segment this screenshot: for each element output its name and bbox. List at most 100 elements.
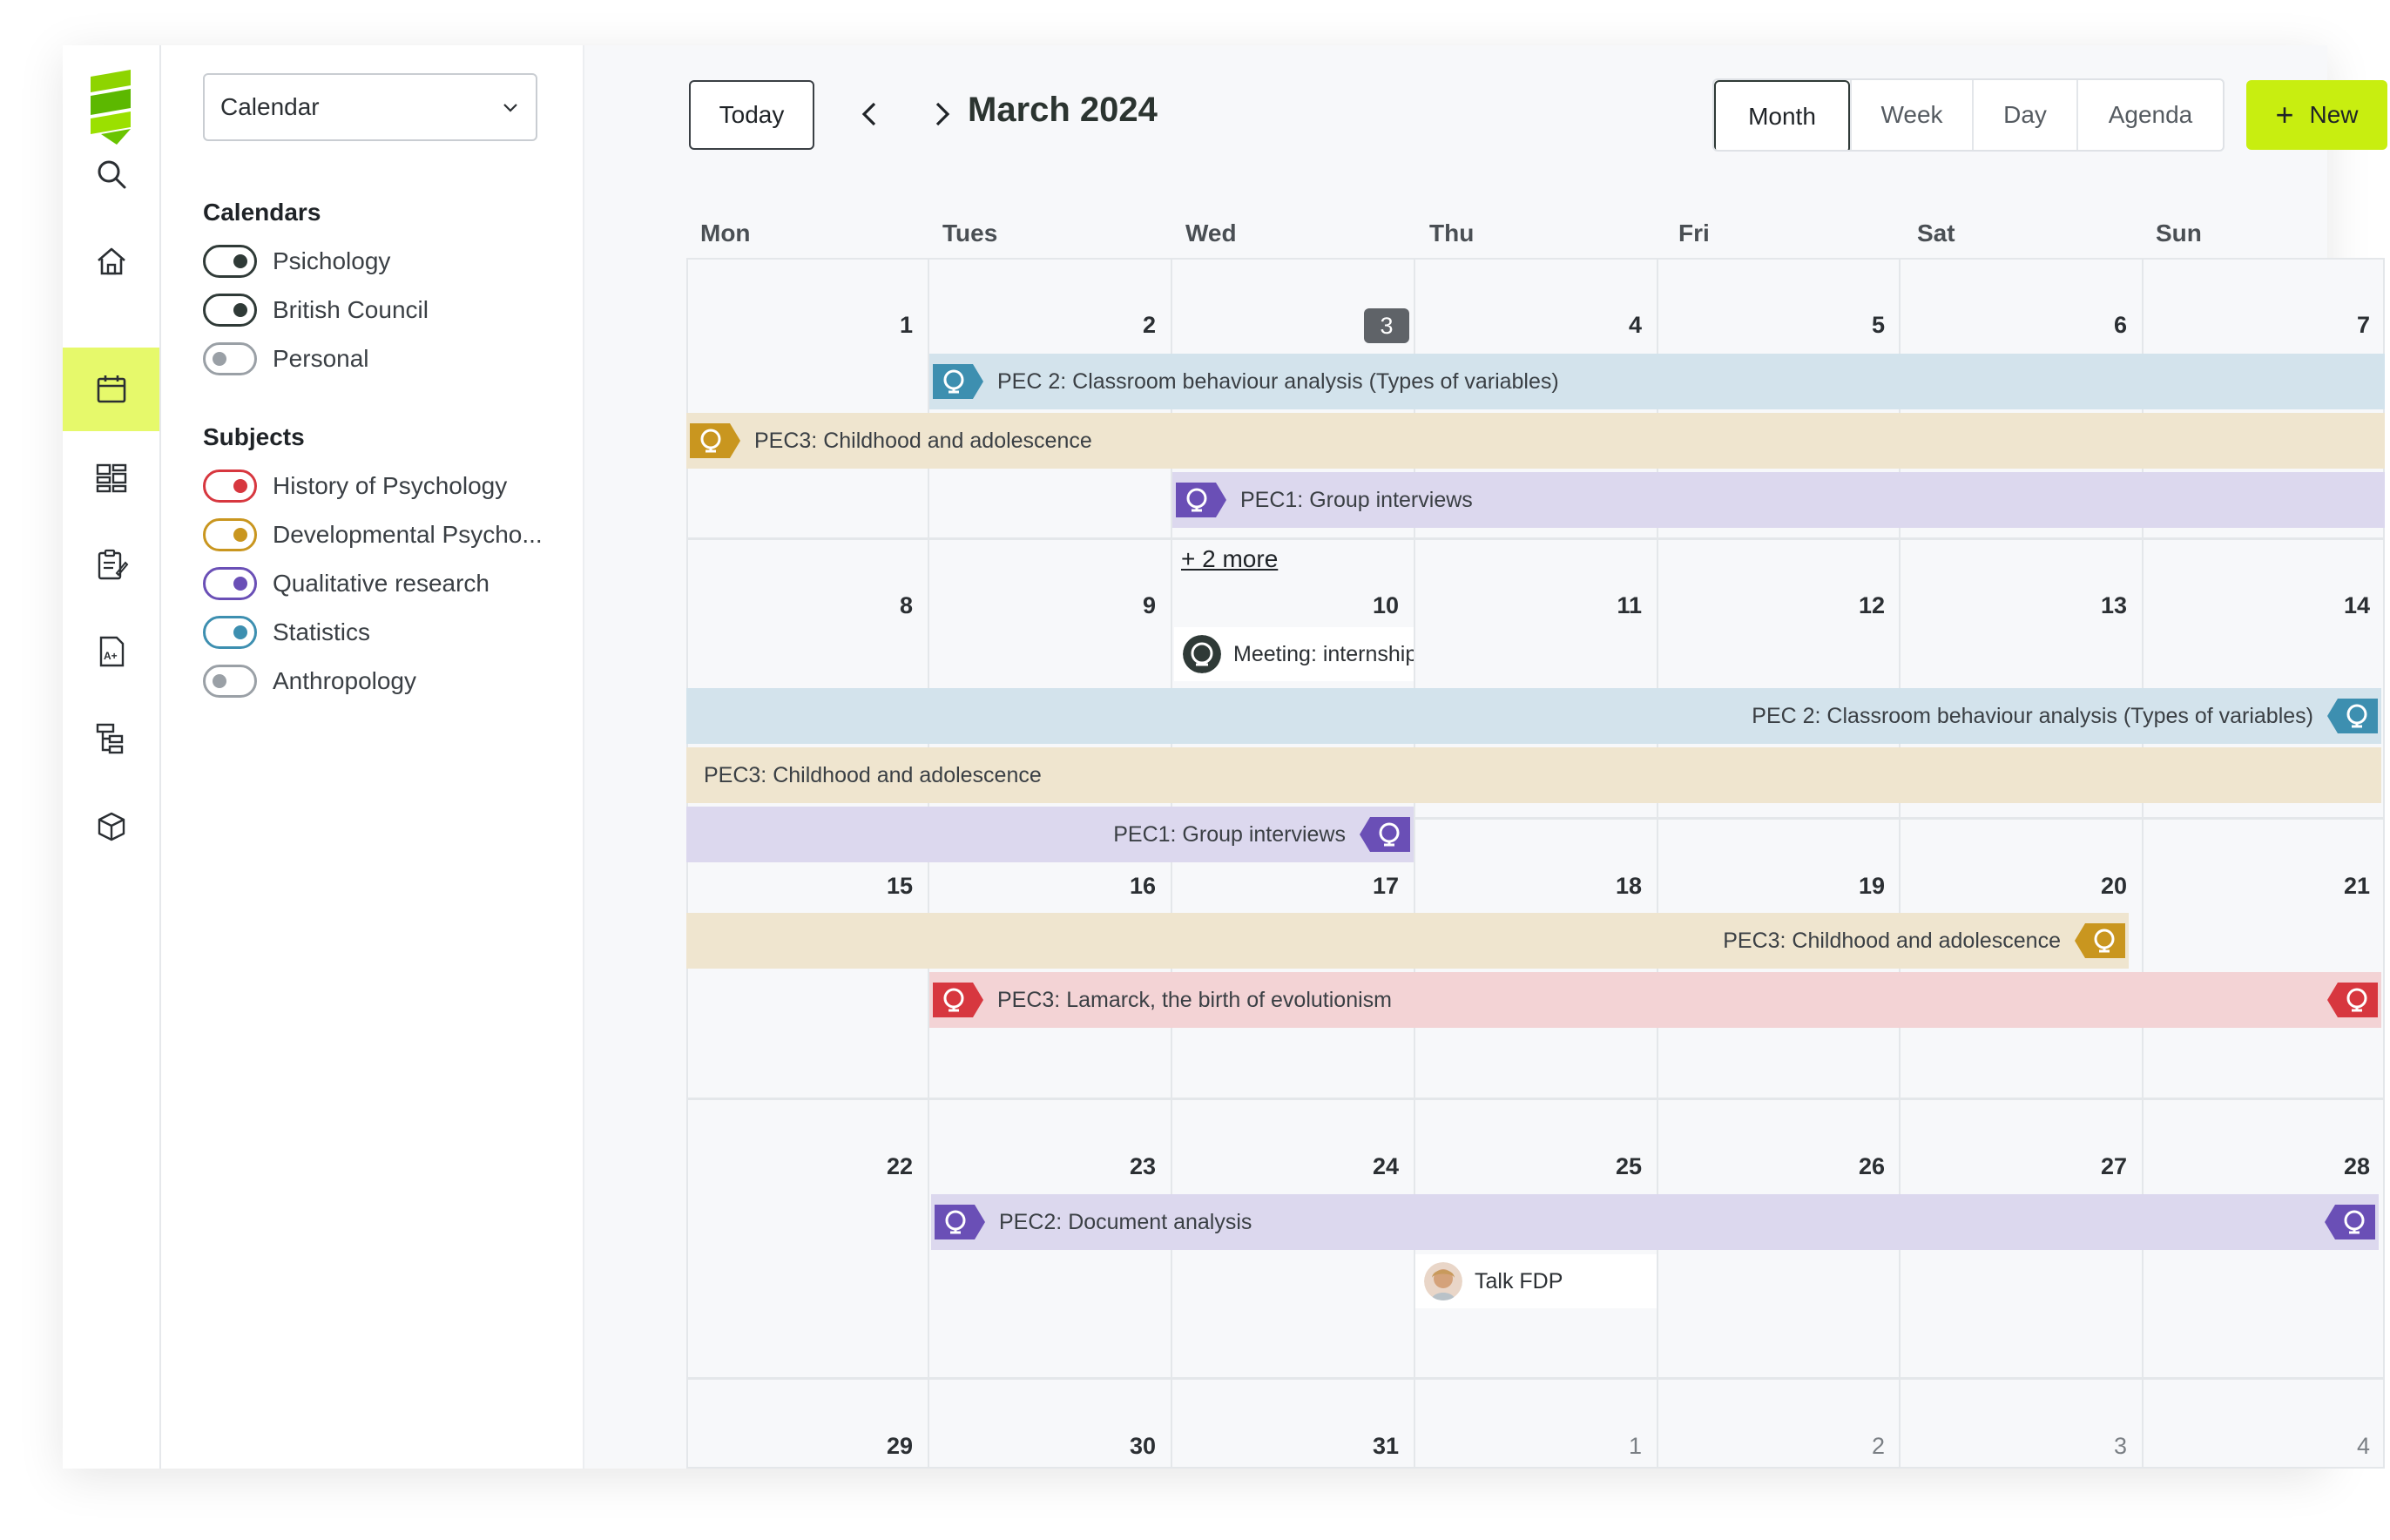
event-pec3-childhood-cont[interactable]: PEC3: Childhood and adolescence bbox=[686, 747, 2381, 803]
toggle-switch[interactable] bbox=[203, 245, 257, 278]
day-number[interactable]: 8 bbox=[861, 592, 913, 619]
calendar-main: Today March 2024 Month Week Day Agenda +… bbox=[584, 45, 2387, 1469]
calendar-select[interactable]: Calendar bbox=[203, 73, 537, 141]
rail-home[interactable] bbox=[63, 220, 159, 303]
day-number[interactable]: 22 bbox=[861, 1153, 913, 1180]
day-number[interactable]: 30 bbox=[1104, 1433, 1156, 1460]
day-number[interactable]: 4 bbox=[1590, 312, 1642, 339]
day-number[interactable]: 19 bbox=[1833, 873, 1885, 900]
day-number[interactable]: 25 bbox=[1590, 1153, 1642, 1180]
grid-line bbox=[686, 1098, 2385, 1100]
event-label: PEC1: Group interviews bbox=[1240, 487, 1473, 512]
day-number[interactable]: 17 bbox=[1347, 873, 1399, 900]
calendar-select-value: Calendar bbox=[220, 93, 320, 120]
today-badge[interactable]: 3 bbox=[1364, 308, 1409, 343]
event-pec3-lamarck[interactable]: PEC3: Lamarck, the birth of evolutionism bbox=[929, 972, 2381, 1028]
toggle-switch[interactable] bbox=[203, 469, 257, 503]
weekday-header: Thu bbox=[1429, 220, 1475, 247]
toggle-switch[interactable] bbox=[203, 616, 257, 649]
subject-label: Qualitative research bbox=[273, 570, 490, 597]
day-number-next-month[interactable]: 3 bbox=[2075, 1433, 2127, 1460]
globe-icon bbox=[1172, 479, 1228, 521]
rail-calendar[interactable] bbox=[63, 348, 159, 431]
day-number[interactable]: 12 bbox=[1833, 592, 1885, 619]
day-number[interactable]: 2 bbox=[1104, 312, 1156, 339]
globe-icon bbox=[2323, 1201, 2379, 1243]
day-number[interactable]: 14 bbox=[2318, 592, 2370, 619]
day-number[interactable]: 31 bbox=[1347, 1433, 1399, 1460]
view-day-button[interactable]: Day bbox=[1972, 80, 2076, 150]
toggle-switch[interactable] bbox=[203, 665, 257, 698]
rail-dashboard[interactable] bbox=[63, 436, 159, 519]
event-pec1-group[interactable]: PEC1: Group interviews bbox=[1172, 472, 2385, 528]
event-label: PEC3: Lamarck, the birth of evolutionism bbox=[997, 987, 1392, 1012]
day-number[interactable]: 15 bbox=[861, 873, 913, 900]
toggle-switch[interactable] bbox=[203, 342, 257, 375]
event-pec2-classroom[interactable]: PEC 2: Classroom behaviour analysis (Typ… bbox=[929, 354, 2385, 409]
home-icon bbox=[97, 247, 125, 275]
event-meeting-internship[interactable]: Meeting: internship bbox=[1174, 627, 1414, 681]
today-button[interactable]: Today bbox=[689, 80, 814, 150]
day-number[interactable]: 10 bbox=[1347, 592, 1399, 619]
day-number-next-month[interactable]: 4 bbox=[2318, 1433, 2370, 1460]
day-number[interactable]: 20 bbox=[2075, 873, 2127, 900]
prev-month-button[interactable] bbox=[851, 94, 891, 134]
day-number[interactable]: 5 bbox=[1833, 312, 1885, 339]
subject-toggle-qualitative[interactable]: Qualitative research bbox=[203, 564, 489, 603]
toggle-switch[interactable] bbox=[203, 567, 257, 600]
toggle-switch[interactable] bbox=[203, 294, 257, 327]
view-week-button[interactable]: Week bbox=[1850, 80, 1972, 150]
day-number[interactable]: 28 bbox=[2318, 1153, 2370, 1180]
event-pec3-childhood-end[interactable]: PEC3: Childhood and adolescence bbox=[686, 913, 2129, 969]
event-pec1-group-end[interactable]: PEC1: Group interviews bbox=[686, 807, 1414, 862]
globe-icon bbox=[686, 420, 742, 462]
more-events-link[interactable]: + 2 more bbox=[1181, 545, 1278, 573]
weekday-header: Sun bbox=[2156, 220, 2202, 247]
day-number[interactable]: 6 bbox=[2075, 312, 2127, 339]
calendar-toggle-psichology[interactable]: Psichology bbox=[203, 242, 390, 280]
day-number[interactable]: 7 bbox=[2318, 312, 2370, 339]
new-event-button[interactable]: + New bbox=[2246, 80, 2387, 150]
calendar-toggle-personal[interactable]: Personal bbox=[203, 340, 369, 378]
day-number[interactable]: 1 bbox=[861, 312, 913, 339]
day-number[interactable]: 13 bbox=[2075, 592, 2127, 619]
rail-notes[interactable] bbox=[63, 523, 159, 606]
day-number[interactable]: 24 bbox=[1347, 1153, 1399, 1180]
day-number-next-month[interactable]: 1 bbox=[1590, 1433, 1642, 1460]
globe-icon bbox=[929, 361, 985, 402]
event-pec3-childhood[interactable]: PEC3: Childhood and adolescence bbox=[686, 413, 2385, 469]
subject-toggle-statistics[interactable]: Statistics bbox=[203, 613, 370, 652]
view-month-button[interactable]: Month bbox=[1714, 80, 1850, 150]
day-number[interactable]: 26 bbox=[1833, 1153, 1885, 1180]
day-number[interactable]: 18 bbox=[1590, 873, 1642, 900]
calendar-toggle-british-council[interactable]: British Council bbox=[203, 291, 429, 329]
day-number[interactable]: 9 bbox=[1104, 592, 1156, 619]
day-number-next-month[interactable]: 2 bbox=[1833, 1433, 1885, 1460]
rail-box[interactable] bbox=[63, 784, 159, 868]
day-number[interactable]: 21 bbox=[2318, 873, 2370, 900]
subject-toggle-history[interactable]: History of Psychology bbox=[203, 467, 507, 505]
subject-toggle-anthropology[interactable]: Anthropology bbox=[203, 662, 416, 700]
subject-toggle-developmental[interactable]: Developmental Psycho... bbox=[203, 516, 543, 554]
view-agenda-button[interactable]: Agenda bbox=[2076, 80, 2223, 150]
weekday-header: Fri bbox=[1678, 220, 1710, 247]
day-number[interactable]: 29 bbox=[861, 1433, 913, 1460]
rail-tree[interactable] bbox=[63, 697, 159, 780]
day-number[interactable]: 11 bbox=[1590, 592, 1642, 619]
event-pec2-document[interactable]: PEC2: Document analysis bbox=[931, 1194, 2379, 1250]
next-month-button[interactable] bbox=[921, 94, 961, 134]
grid-line bbox=[686, 1377, 2385, 1380]
rail-grades[interactable]: A+ bbox=[63, 610, 159, 693]
event-pec2-classroom-cont[interactable]: PEC 2: Classroom behaviour analysis (Typ… bbox=[686, 688, 2381, 744]
toggle-switch[interactable] bbox=[203, 518, 257, 551]
plus-icon: + bbox=[2275, 97, 2294, 132]
rail-search[interactable] bbox=[63, 132, 159, 216]
day-number[interactable]: 27 bbox=[2075, 1153, 2127, 1180]
day-number[interactable]: 16 bbox=[1104, 873, 1156, 900]
event-label: PEC 2: Classroom behaviour analysis (Typ… bbox=[1752, 703, 2313, 728]
day-number[interactable]: 23 bbox=[1104, 1153, 1156, 1180]
event-talk-fdp[interactable]: Talk FDP bbox=[1415, 1254, 1657, 1308]
event-label: PEC2: Document analysis bbox=[999, 1209, 1252, 1234]
subjects-title: Subjects bbox=[203, 423, 305, 450]
grid-line bbox=[686, 537, 2385, 540]
